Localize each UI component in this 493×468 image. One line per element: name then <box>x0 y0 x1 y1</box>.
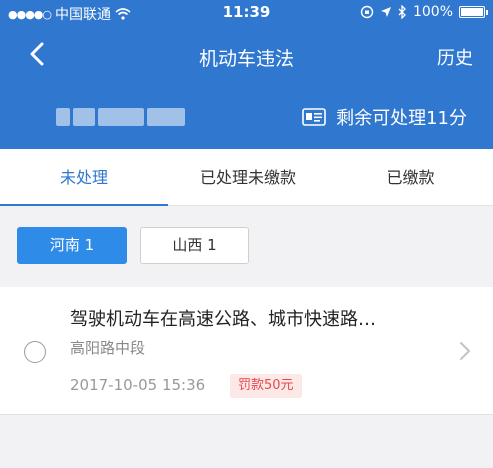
tab-label: 未处理 <box>59 168 108 187</box>
violation-title: 驾驶机动车在高速公路、城市快速路… <box>70 309 376 330</box>
tab-unprocessed[interactable]: 未处理 <box>0 149 168 206</box>
lock-rotation-icon <box>360 5 374 19</box>
license-plate-blurred <box>56 106 186 128</box>
plate-blur-block <box>73 108 95 126</box>
status-right: 100% <box>360 4 488 20</box>
page-title: 机动车违法 <box>198 48 294 70</box>
violation-location: 高阳路中段 <box>70 339 146 357</box>
tab-label: 已缴款 <box>386 168 435 187</box>
status-bar: ●●●●○ 中国联通 11:39 100% <box>0 0 493 26</box>
battery-percent: 100% <box>412 4 453 20</box>
violation-datetime: 2017-10-05 15:36 <box>70 376 206 394</box>
history-button[interactable]: 历史 <box>437 44 473 70</box>
region-chip-henan[interactable]: 河南 1 <box>17 227 127 264</box>
select-radio[interactable] <box>24 341 46 363</box>
violation-item[interactable]: 驾驶机动车在高速公路、城市快速路… 高阳路中段 2017-10-05 15:36… <box>0 287 493 415</box>
active-tab-indicator <box>0 204 168 206</box>
battery-icon <box>459 6 488 18</box>
app-header: ●●●●○ 中国联通 11:39 100% 机动车违法 历史 剩余可处理11分 <box>0 0 493 149</box>
bluetooth-icon <box>398 5 406 19</box>
region-filter: 河南 1 山西 1 <box>0 207 493 287</box>
tab-paid[interactable]: 已缴款 <box>328 149 493 206</box>
plate-blur-block <box>147 108 185 126</box>
remaining-points: 剩余可处理11分 <box>302 104 467 130</box>
remaining-points-label: 剩余可处理11分 <box>336 108 467 129</box>
fine-badge: 罚款50元 <box>230 374 302 398</box>
tab-processed-unpaid[interactable]: 已处理未缴款 <box>168 149 328 206</box>
status-tabs: 未处理 已处理未缴款 已缴款 <box>0 149 493 206</box>
id-card-icon <box>302 108 326 126</box>
nav-bar: 机动车违法 历史 <box>0 30 493 80</box>
tab-label: 已处理未缴款 <box>199 168 296 187</box>
chevron-right-icon <box>460 342 470 360</box>
region-chip-shanxi[interactable]: 山西 1 <box>140 227 249 264</box>
plate-blur-block <box>56 108 70 126</box>
plate-blur-block <box>98 108 144 126</box>
location-arrow-icon <box>380 7 391 17</box>
